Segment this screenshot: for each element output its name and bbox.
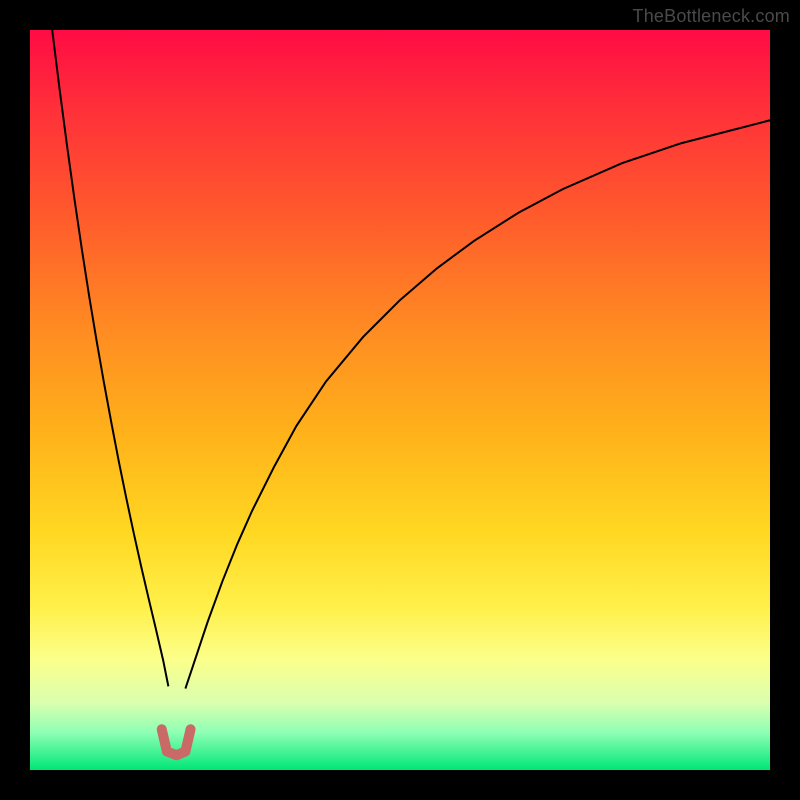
curve-right-path: [185, 120, 770, 688]
chart-svg: [30, 30, 770, 770]
valley-marker-path: [162, 729, 191, 755]
chart-plot-area: [30, 30, 770, 770]
curve-left-path: [52, 30, 168, 686]
image-frame: TheBottleneck.com: [0, 0, 800, 800]
attribution-text: TheBottleneck.com: [633, 6, 790, 27]
